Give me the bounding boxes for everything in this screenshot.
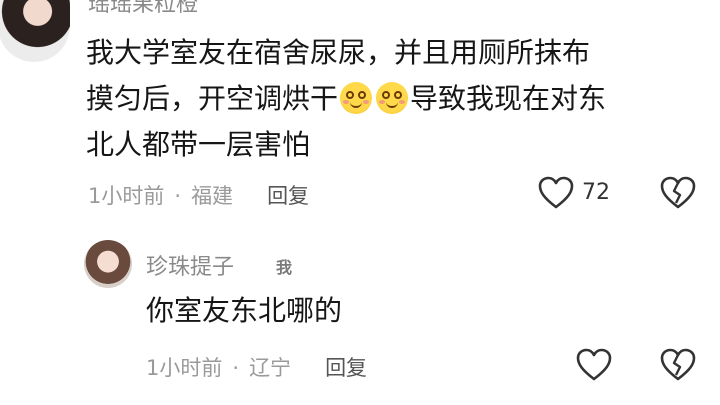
dislike-button[interactable] [660,348,696,382]
comment-meta: 1小时前 · 辽宁 回复 [146,352,367,382]
like-button[interactable] [576,348,612,382]
author-badge: 我 [276,258,293,277]
reply-button[interactable]: 回复 [325,356,367,380]
comment-location: 辽宁 [249,356,292,380]
broken-heart-icon [660,348,696,381]
comment-username[interactable]: 珍珠提子 [146,249,234,281]
meta-separator: · [232,356,240,380]
comment-time: 1小时前 [146,356,223,380]
comment-2: 珍珠提子 我 你室友东北哪的 1小时前 · 辽宁 回复 [0,0,720,405]
avatar[interactable] [84,240,132,288]
comment-text[interactable]: 你室友东北哪的 [146,288,546,334]
heart-outline-icon [576,348,612,381]
